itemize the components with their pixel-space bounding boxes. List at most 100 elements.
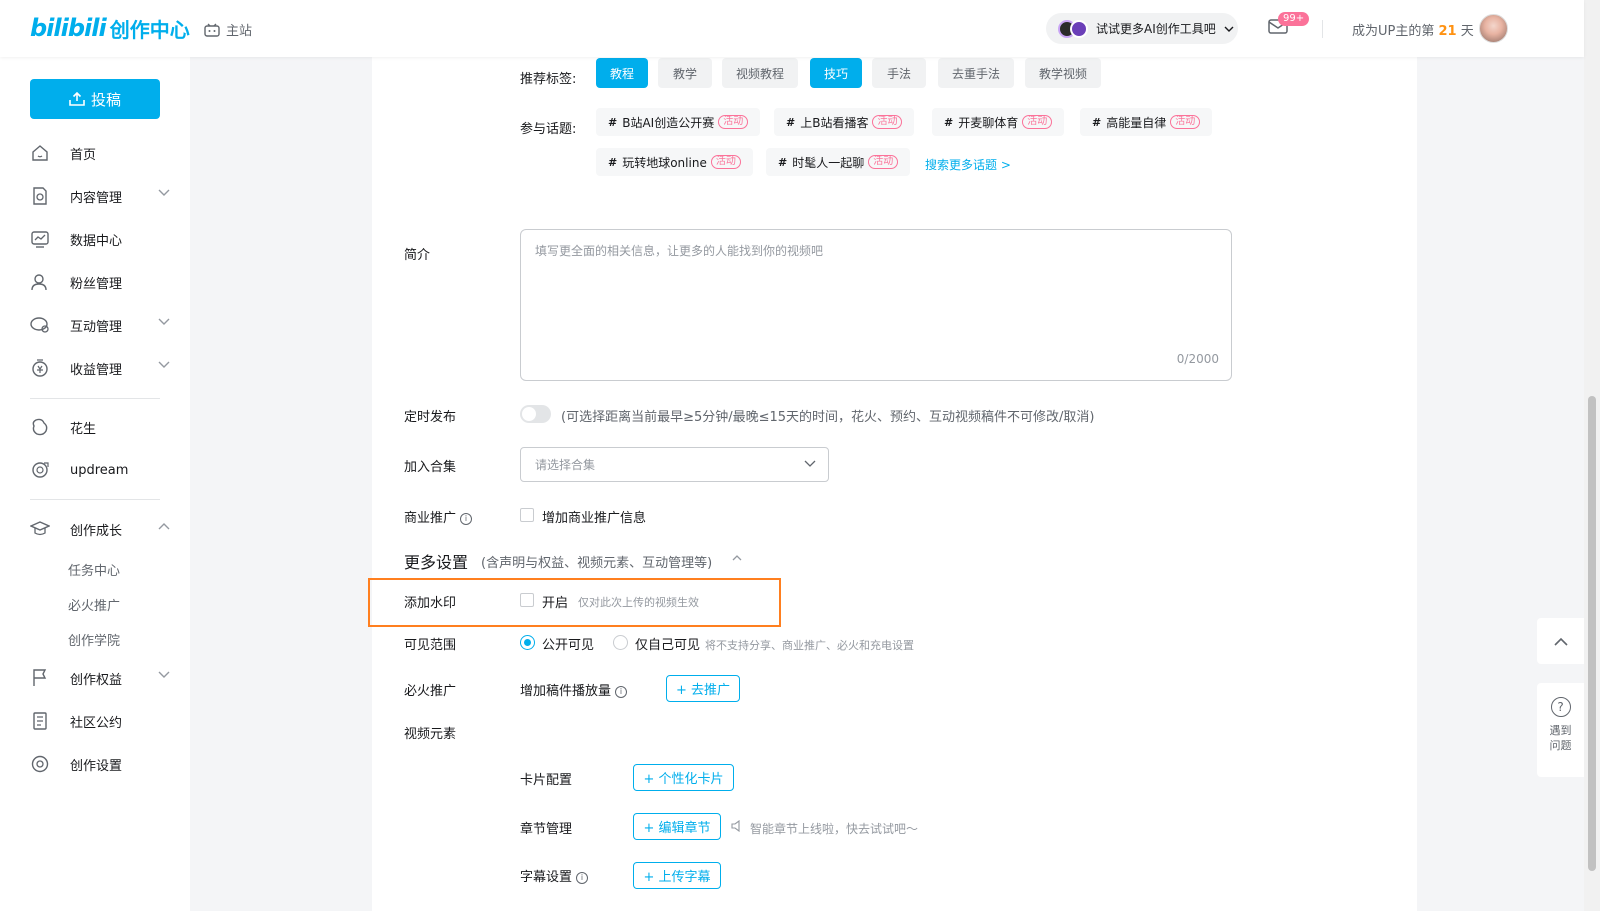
speaker-icon — [731, 820, 740, 832]
chevron-down-icon — [158, 189, 170, 196]
topic-label: 时髦人一起聊 — [792, 155, 865, 170]
message-badge: 99+ — [1278, 12, 1310, 26]
hashtag-icon: # — [1092, 115, 1102, 129]
chapter-hint: 智能章节上线啦，快去试试吧～ — [750, 822, 919, 836]
visibility-private-label: 仅自己可见 — [635, 638, 701, 653]
chevron-down-icon — [158, 318, 170, 325]
collection-select[interactable]: 请选择合集 — [520, 447, 829, 482]
chevron-up-icon[interactable] — [732, 554, 742, 561]
hashtag-icon: # — [608, 115, 618, 129]
upload-button[interactable]: 投稿 — [30, 79, 160, 119]
sidebar-sub-promotion[interactable]: 必火推广 — [68, 595, 120, 614]
activity-badge: 活动 — [718, 115, 749, 129]
sidebar-item-content[interactable]: 内容管理 — [30, 184, 170, 208]
biz-checkbox[interactable] — [520, 508, 534, 522]
card-label: 卡片配置 — [520, 773, 573, 788]
bilibili-logo[interactable]: bilibili 创作中心 — [30, 14, 190, 42]
collection-placeholder: 请选择合集 — [535, 458, 596, 472]
message-button[interactable]: 99+ — [1268, 12, 1310, 38]
more-settings-subtitle: (含声明与权益、视频元素、互动管理等) — [481, 556, 713, 571]
tag-item[interactable]: 去重手法 — [938, 58, 1014, 88]
intro-textarea[interactable]: 填写更全面的相关信息，让更多的人能找到你的视频吧 0/2000 — [520, 229, 1232, 381]
tag-item[interactable]: 教程 — [596, 58, 648, 88]
intro-label: 简介 — [404, 248, 431, 263]
sidebar-item-fans[interactable]: 粉丝管理 — [30, 270, 170, 294]
sidebar-item-rights[interactable]: 创作权益 — [30, 666, 170, 690]
updream-icon — [30, 460, 50, 480]
sidebar-item-data[interactable]: 数据中心 — [30, 227, 170, 251]
sidebar-item-home[interactable]: 首页 — [30, 141, 170, 165]
topic-item[interactable]: # B站AI创造公开赛 活动 — [596, 108, 761, 136]
visibility-public-radio[interactable] — [520, 635, 535, 650]
sidebar-divider — [30, 398, 160, 399]
money-icon — [30, 358, 50, 378]
help-label: 遇到问题 — [1549, 724, 1572, 752]
promo-text-label: 增加稿件播放量 — [520, 684, 612, 699]
promote-button[interactable]: + 去推广 — [666, 675, 740, 702]
subtitle-label-text: 字幕设置 — [520, 870, 573, 885]
info-icon[interactable]: i — [460, 512, 473, 525]
up-days-suffix: 天 — [1460, 24, 1474, 39]
more-settings-title[interactable]: 更多设置 — [404, 549, 468, 573]
elements-label: 视频元素 — [404, 727, 457, 742]
sidebar-item-rules[interactable]: 社区公约 — [30, 709, 170, 733]
tag-item[interactable]: 教学视频 — [1025, 58, 1101, 88]
biz-label: 商业推广 i — [404, 507, 473, 526]
watermark-checkbox-label: 开启 — [542, 596, 569, 611]
card-button[interactable]: + 个性化卡片 — [633, 764, 734, 791]
avatar[interactable] — [1479, 14, 1508, 43]
schedule-toggle[interactable] — [520, 405, 551, 423]
sidebar-item-peanut[interactable]: 花生 — [30, 415, 170, 439]
main-site-label: 主站 — [226, 24, 253, 39]
sidebar-item-income[interactable]: 收益管理 — [30, 356, 170, 380]
tag-item[interactable]: 视频教程 — [722, 58, 798, 88]
topic-item[interactable]: # 时髦人一起聊 活动 — [766, 148, 911, 176]
topic-label: 高能量自律 — [1106, 115, 1167, 130]
sidebar-item-label: 花生 — [70, 421, 97, 437]
sidebar-item-label: 粉丝管理 — [70, 276, 123, 292]
ai-tools-pill[interactable]: 试试更多AI创作工具吧 — [1046, 13, 1238, 44]
activity-badge: 活动 — [872, 115, 903, 129]
sidebar-divider — [30, 499, 160, 500]
visibility-public-label: 公开可见 — [542, 638, 595, 653]
promo-text: 增加稿件播放量 i — [520, 680, 628, 699]
main-site-link[interactable]: 主站 — [204, 20, 252, 39]
more-topics-link[interactable]: 搜索更多话题 > — [925, 156, 1011, 173]
sidebar-item-settings[interactable]: 创作设置 — [30, 752, 170, 776]
visibility-private-radio[interactable] — [613, 635, 628, 650]
help-button[interactable]: ? 遇到问题 — [1537, 683, 1584, 777]
hashtag-icon: # — [786, 115, 796, 129]
peanut-icon — [30, 417, 50, 437]
chevron-up-icon — [158, 523, 170, 530]
upload-icon — [69, 92, 85, 106]
tag-item[interactable]: 手法 — [872, 58, 926, 88]
sidebar-item-growth[interactable]: 创作成长 — [30, 517, 170, 541]
sidebar-item-interact[interactable]: 互动管理 — [30, 313, 170, 337]
topic-item[interactable]: # 高能量自律 活动 — [1080, 108, 1213, 136]
schedule-hint: (可选择距离当前最早≥5分钟/最晚≤15天的时间，花火、预约、互动视频稿件不可修… — [561, 410, 1095, 425]
top-header: bilibili 创作中心 主站 试试更多AI创作工具吧 99+ 成为UP主的第… — [0, 0, 1584, 57]
tag-item[interactable]: 教学 — [658, 58, 712, 88]
hashtag-icon: # — [778, 155, 788, 169]
subtitle-button[interactable]: + 上传字幕 — [633, 862, 721, 889]
topic-item[interactable]: # 玩转地球online 活动 — [596, 148, 753, 176]
sidebar-item-updream[interactable]: updream — [30, 458, 170, 482]
sidebar-sub-academy[interactable]: 创作学院 — [68, 630, 120, 649]
topic-item[interactable]: # 上B站看播客 活动 — [774, 108, 915, 136]
chapter-button[interactable]: + 编辑章节 — [633, 813, 721, 840]
fans-icon — [30, 272, 50, 292]
intro-placeholder: 填写更全面的相关信息，让更多的人能找到你的视频吧 — [535, 244, 824, 258]
sidebar-item-label: 创作权益 — [70, 672, 123, 688]
topic-label: 开麦聊体育 — [958, 115, 1019, 130]
scrollbar-thumb[interactable] — [1588, 396, 1596, 871]
info-icon[interactable]: i — [615, 685, 628, 698]
tag-item[interactable]: 技巧 — [810, 58, 862, 88]
back-to-top-button[interactable] — [1537, 618, 1584, 664]
info-icon[interactable]: i — [576, 871, 589, 884]
sidebar-sub-task-center[interactable]: 任务中心 — [68, 560, 120, 579]
watermark-checkbox[interactable] — [520, 593, 534, 607]
content-icon — [30, 186, 50, 206]
biz-label-text: 商业推广 — [404, 511, 457, 526]
topic-item[interactable]: # 开麦聊体育 活动 — [932, 108, 1065, 136]
topic-label: B站AI创造公开赛 — [622, 115, 715, 130]
